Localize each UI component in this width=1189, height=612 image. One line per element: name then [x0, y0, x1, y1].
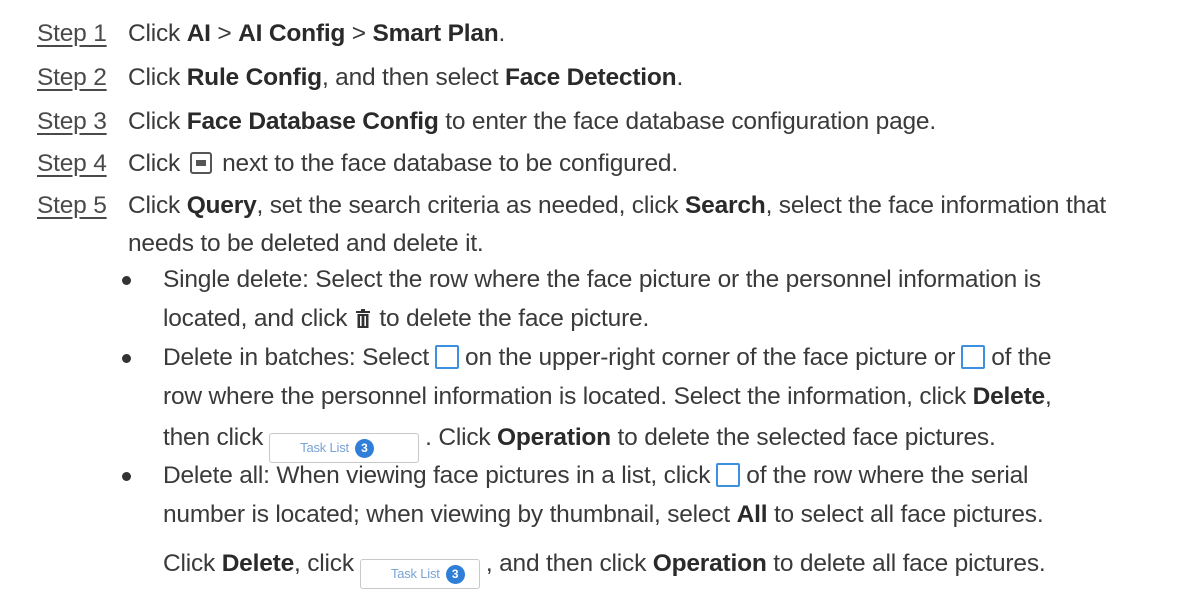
single-delete-line-2: located, and click to delete the face pic…	[163, 301, 649, 340]
step-text: Click Face Database Config to enter the …	[128, 104, 936, 140]
text: , and then select	[321, 64, 505, 91]
menu-smart-plan: Smart Plan	[372, 20, 499, 47]
task-list-button: Task List 3	[359, 559, 480, 589]
text: , click	[294, 550, 354, 577]
step-label: Step 5	[37, 192, 107, 219]
text: Click	[128, 150, 181, 177]
batch-delete-line-1: Delete in batches: Select on the upper-ri…	[163, 340, 1052, 376]
all: All	[736, 501, 768, 528]
text: Click	[128, 192, 187, 219]
face-database-config: Face Database Config	[186, 108, 439, 135]
delete-all-line-2: number is located; when viewing by thumb…	[163, 497, 1044, 533]
text: Click	[128, 64, 187, 91]
step-text: Click Query, set the search criteria as …	[128, 188, 1106, 224]
task-list-label: Task List	[390, 566, 440, 581]
text: >	[345, 20, 373, 47]
checkbox-icon	[435, 345, 460, 369]
text: >	[210, 20, 239, 47]
delete: Delete	[221, 550, 295, 577]
query: Query	[186, 192, 257, 219]
text: .	[498, 20, 506, 47]
bullet-dot	[122, 276, 131, 285]
checkbox-icon	[716, 463, 741, 487]
text: to enter the face database configuration…	[438, 108, 936, 135]
text: to select all face pictures.	[767, 501, 1044, 528]
text: to delete all face pictures.	[766, 550, 1046, 577]
text: Click	[128, 108, 187, 135]
checkbox-icon	[961, 345, 986, 369]
text: .	[676, 64, 684, 91]
batch-delete-line-3: then click Task List 3. Click Operation to…	[163, 420, 996, 463]
text: row where the personnel information is l…	[163, 383, 973, 410]
menu-ai-config: AI Config	[238, 20, 346, 47]
bullet-dot	[122, 354, 131, 363]
delete-all-line-3: Click Delete, click Task List 3 , and then …	[163, 546, 1046, 589]
text: to delete the selected face pictures.	[610, 424, 996, 451]
step-text: Click next to the face database to be con…	[128, 146, 678, 182]
text: , select the face information that	[765, 192, 1107, 219]
text: next to the face database to be configur…	[222, 150, 678, 177]
text: Delete in batches: Select	[163, 344, 430, 371]
menu-ai: AI	[186, 20, 211, 47]
text: Click	[128, 20, 187, 47]
edit-icon	[190, 152, 213, 174]
trash-icon	[355, 304, 371, 340]
delete: Delete	[972, 383, 1046, 410]
single-delete-line-1: Single delete: Select the row where the …	[163, 266, 1041, 293]
text: , set the search criteria as needed, cli…	[256, 192, 686, 219]
text: to delete the face picture.	[379, 305, 650, 332]
step-label: Step 1	[37, 20, 107, 47]
text: Click	[163, 550, 222, 577]
text: number is located; when viewing by thumb…	[163, 501, 737, 528]
step-text: Click Rule Config, and then select Face …	[128, 60, 683, 96]
step-label: Step 4	[37, 150, 107, 177]
rule-config: Rule Config	[186, 64, 322, 91]
face-detection: Face Detection	[504, 64, 677, 91]
batch-delete-line-2: row where the personnel information is l…	[163, 379, 1052, 415]
task-count-badge: 3	[354, 438, 374, 458]
text: . Click	[425, 424, 498, 451]
bullet-dot	[122, 472, 131, 481]
operation: Operation	[652, 550, 767, 577]
text: on the upper-right corner of the face pi…	[465, 344, 956, 371]
search: Search	[685, 192, 766, 219]
step-label: Step 2	[37, 64, 107, 91]
text: ,	[1044, 383, 1052, 410]
document-page: Step 1 Click AI > AI Config > Smart Plan…	[0, 0, 1189, 612]
text: of the	[991, 344, 1052, 371]
delete-all-line-1: Delete all: When viewing face pictures i…	[163, 458, 1028, 494]
text: then click	[163, 424, 264, 451]
step-5-continuation: needs to be deleted and delete it.	[128, 230, 484, 257]
text: of the row where the serial	[746, 462, 1029, 489]
step-text: Click AI > AI Config > Smart Plan.	[128, 16, 505, 52]
operation: Operation	[497, 424, 611, 451]
step-label: Step 3	[37, 108, 107, 135]
text: Delete all: When viewing face pictures i…	[163, 462, 711, 489]
task-count-badge: 3	[445, 564, 465, 584]
text: , and then click	[485, 550, 653, 577]
text: located, and click	[163, 305, 348, 332]
